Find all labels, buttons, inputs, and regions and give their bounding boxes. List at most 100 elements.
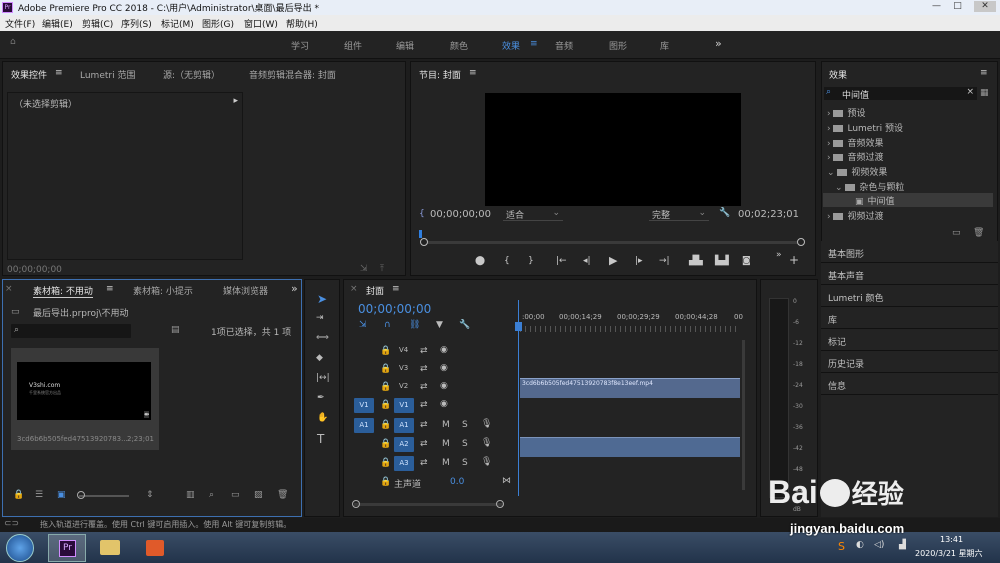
video-clip[interactable]: 3cd6b6b505fed47513920783f8e13eef.mp4 (520, 378, 740, 398)
v3-label[interactable]: V3 (399, 364, 408, 372)
workspace-graphics[interactable]: 图形 (609, 39, 627, 52)
section-libraries[interactable]: 库 (821, 307, 998, 329)
v4-lock-icon[interactable]: 🔒 (380, 346, 391, 356)
section-history[interactable]: 历史记录 (821, 351, 998, 373)
snap-icon[interactable]: ∩ (384, 320, 391, 330)
tab-effect-controls[interactable]: 效果控件 (11, 68, 47, 81)
automate-icon[interactable]: ▥ (186, 490, 195, 500)
section-essential-sound[interactable]: 基本声音 (821, 263, 998, 285)
new-bin-icon[interactable]: ▭ (231, 490, 240, 500)
new-bin-from-search-icon[interactable]: ▤ (171, 325, 180, 335)
lock-icon[interactable]: 🔒 (13, 490, 24, 500)
a1-mute[interactable]: M (442, 420, 450, 430)
tab-bin-no-move[interactable]: 素材箱: 不用动 (33, 284, 93, 298)
go-to-out-icon[interactable]: →| (659, 256, 670, 266)
type-tool-icon[interactable]: T (317, 432, 324, 446)
menu-sequence[interactable]: 序列(S) (121, 17, 152, 30)
bin-search-input[interactable]: ⌕ (11, 324, 131, 338)
workspace-libraries[interactable]: 库 (660, 39, 669, 52)
tab-menu-icon[interactable]: ≡ (55, 68, 63, 78)
a1-sync-icon[interactable]: ⇄ (420, 420, 428, 430)
add-marker-timeline-icon[interactable]: ▼ (436, 320, 443, 330)
section-markers[interactable]: 标记 (821, 329, 998, 351)
lift-button-icon[interactable]: ▟▙ (689, 256, 703, 266)
settings-wrench-icon[interactable]: 🔧 (719, 208, 730, 218)
track-select-tool-icon[interactable]: ⇥ (316, 313, 324, 323)
a3-mute[interactable]: M (442, 458, 450, 468)
a3-label[interactable]: A3 (394, 456, 414, 471)
timeline-scroll-handle-left[interactable] (352, 500, 360, 508)
network-icon[interactable]: ▟ (899, 540, 906, 550)
menu-marker[interactable]: 标记(M) (161, 17, 194, 30)
zoom-slider-handle[interactable] (77, 491, 85, 499)
menu-graphics[interactable]: 图形(G) (202, 17, 234, 30)
linked-selection-icon[interactable]: ⛓ (409, 320, 420, 330)
pen-tool-icon[interactable]: ✒ (317, 393, 325, 403)
new-item-icon[interactable]: ▨ (254, 490, 263, 500)
master-volume-value[interactable]: 0.0 (450, 477, 464, 487)
fx-presets[interactable]: › 预设 (827, 106, 866, 119)
taskbar-other-app[interactable] (136, 534, 176, 562)
v3-eye-icon[interactable]: ◉ (440, 363, 448, 373)
home-icon[interactable]: ⌂ (10, 37, 16, 47)
a2-mic-icon[interactable]: 🎙 (481, 438, 492, 448)
program-menu-icon[interactable]: ≡ (469, 68, 477, 78)
v3-sync-icon[interactable]: ⇄ (420, 364, 428, 374)
timeline-menu-icon[interactable]: ≡ (392, 284, 400, 294)
v4-sync-icon[interactable]: ⇄ (420, 346, 428, 356)
section-lumetri-color[interactable]: Lumetri 颜色 (821, 285, 998, 307)
tab-media-browser[interactable]: 媒体浏览器 (223, 284, 268, 297)
v1-sync-icon[interactable]: ⇄ (420, 400, 428, 410)
fx-video-effects[interactable]: ⌄ 视频效果 (827, 165, 887, 178)
fx-median[interactable]: ▣ 中间值 (823, 193, 993, 207)
expand-arrow-icon[interactable]: ▸ (233, 96, 238, 106)
scroll-handle-left[interactable] (420, 238, 428, 246)
tab-lumetri-scopes[interactable]: Lumetri 范围 (80, 68, 135, 81)
new-custom-bin-icon[interactable]: ▭ (952, 228, 961, 238)
add-marker-icon[interactable]: ⬤ (475, 256, 485, 266)
menu-file[interactable]: 文件(F) (5, 17, 35, 30)
v4-label[interactable]: V4 (399, 346, 408, 354)
fx-noise-grain[interactable]: ⌄ 杂色与颗粒 (835, 180, 904, 193)
v2-eye-icon[interactable]: ◉ (440, 381, 448, 391)
clip-thumbnail-card[interactable]: V3shi.com 千里系统官方出品 ⇹ 3cd6b6b505fed475139… (11, 348, 159, 450)
source-v1-patch[interactable]: V1 (354, 398, 374, 413)
accelerated-effects-icon[interactable]: ▦ (980, 88, 989, 98)
nest-icon[interactable]: ⇲ (359, 320, 367, 330)
v4-eye-icon[interactable]: ◉ (440, 345, 448, 355)
v1-label[interactable]: V1 (394, 398, 414, 413)
minimize-icon[interactable]: — (930, 1, 943, 12)
v2-sync-icon[interactable]: ⇄ (420, 382, 428, 392)
play-icon[interactable]: ▶ (609, 254, 617, 267)
tray-icon-1[interactable]: ◐ (856, 540, 864, 550)
effects-search-input[interactable]: ⌕ 中间值 × (824, 87, 977, 101)
menu-help[interactable]: 帮助(H) (286, 17, 318, 30)
add-button-icon[interactable]: + (789, 253, 799, 267)
export-frame-icon[interactable]: ⇲ (360, 264, 368, 274)
close-icon[interactable]: ✕ (974, 1, 996, 12)
scroll-handle-right[interactable] (797, 238, 805, 246)
tab-source[interactable]: 源:（无剪辑） (163, 68, 220, 81)
timeline-hscroll[interactable] (354, 503, 504, 506)
ime-icon[interactable]: S (838, 540, 845, 553)
maximize-icon[interactable]: □ (951, 1, 964, 12)
a2-solo[interactable]: S (462, 439, 468, 449)
lift-icon[interactable]: ⤒ (380, 264, 384, 274)
workspace-editing[interactable]: 编辑 (396, 39, 414, 52)
a2-lock-icon[interactable]: 🔒 (380, 439, 391, 449)
menu-clip[interactable]: 剪辑(C) (82, 17, 113, 30)
slip-tool-icon[interactable]: |↔| (316, 373, 330, 383)
program-timecode[interactable]: 00;00;00;00 (430, 209, 491, 220)
icon-view-icon[interactable]: ▣ (57, 490, 66, 500)
volume-icon[interactable]: ◁) (874, 540, 884, 550)
v3-lock-icon[interactable]: 🔒 (380, 364, 391, 374)
ripple-edit-tool-icon[interactable]: ⟺ (316, 333, 329, 343)
a3-solo[interactable]: S (462, 458, 468, 468)
timeline-timecode[interactable]: 00;00;00;00 (358, 302, 431, 316)
fit-dropdown[interactable]: 适合 ⌄ (503, 207, 563, 221)
fx-video-transitions[interactable]: › 视频过渡 (827, 209, 884, 222)
bin-more-icon[interactable]: » (291, 282, 298, 295)
bin-menu-icon[interactable]: ≡ (106, 284, 114, 294)
v2-label[interactable]: V2 (399, 382, 408, 390)
delete-effect-icon[interactable]: 🗑 (973, 228, 984, 238)
